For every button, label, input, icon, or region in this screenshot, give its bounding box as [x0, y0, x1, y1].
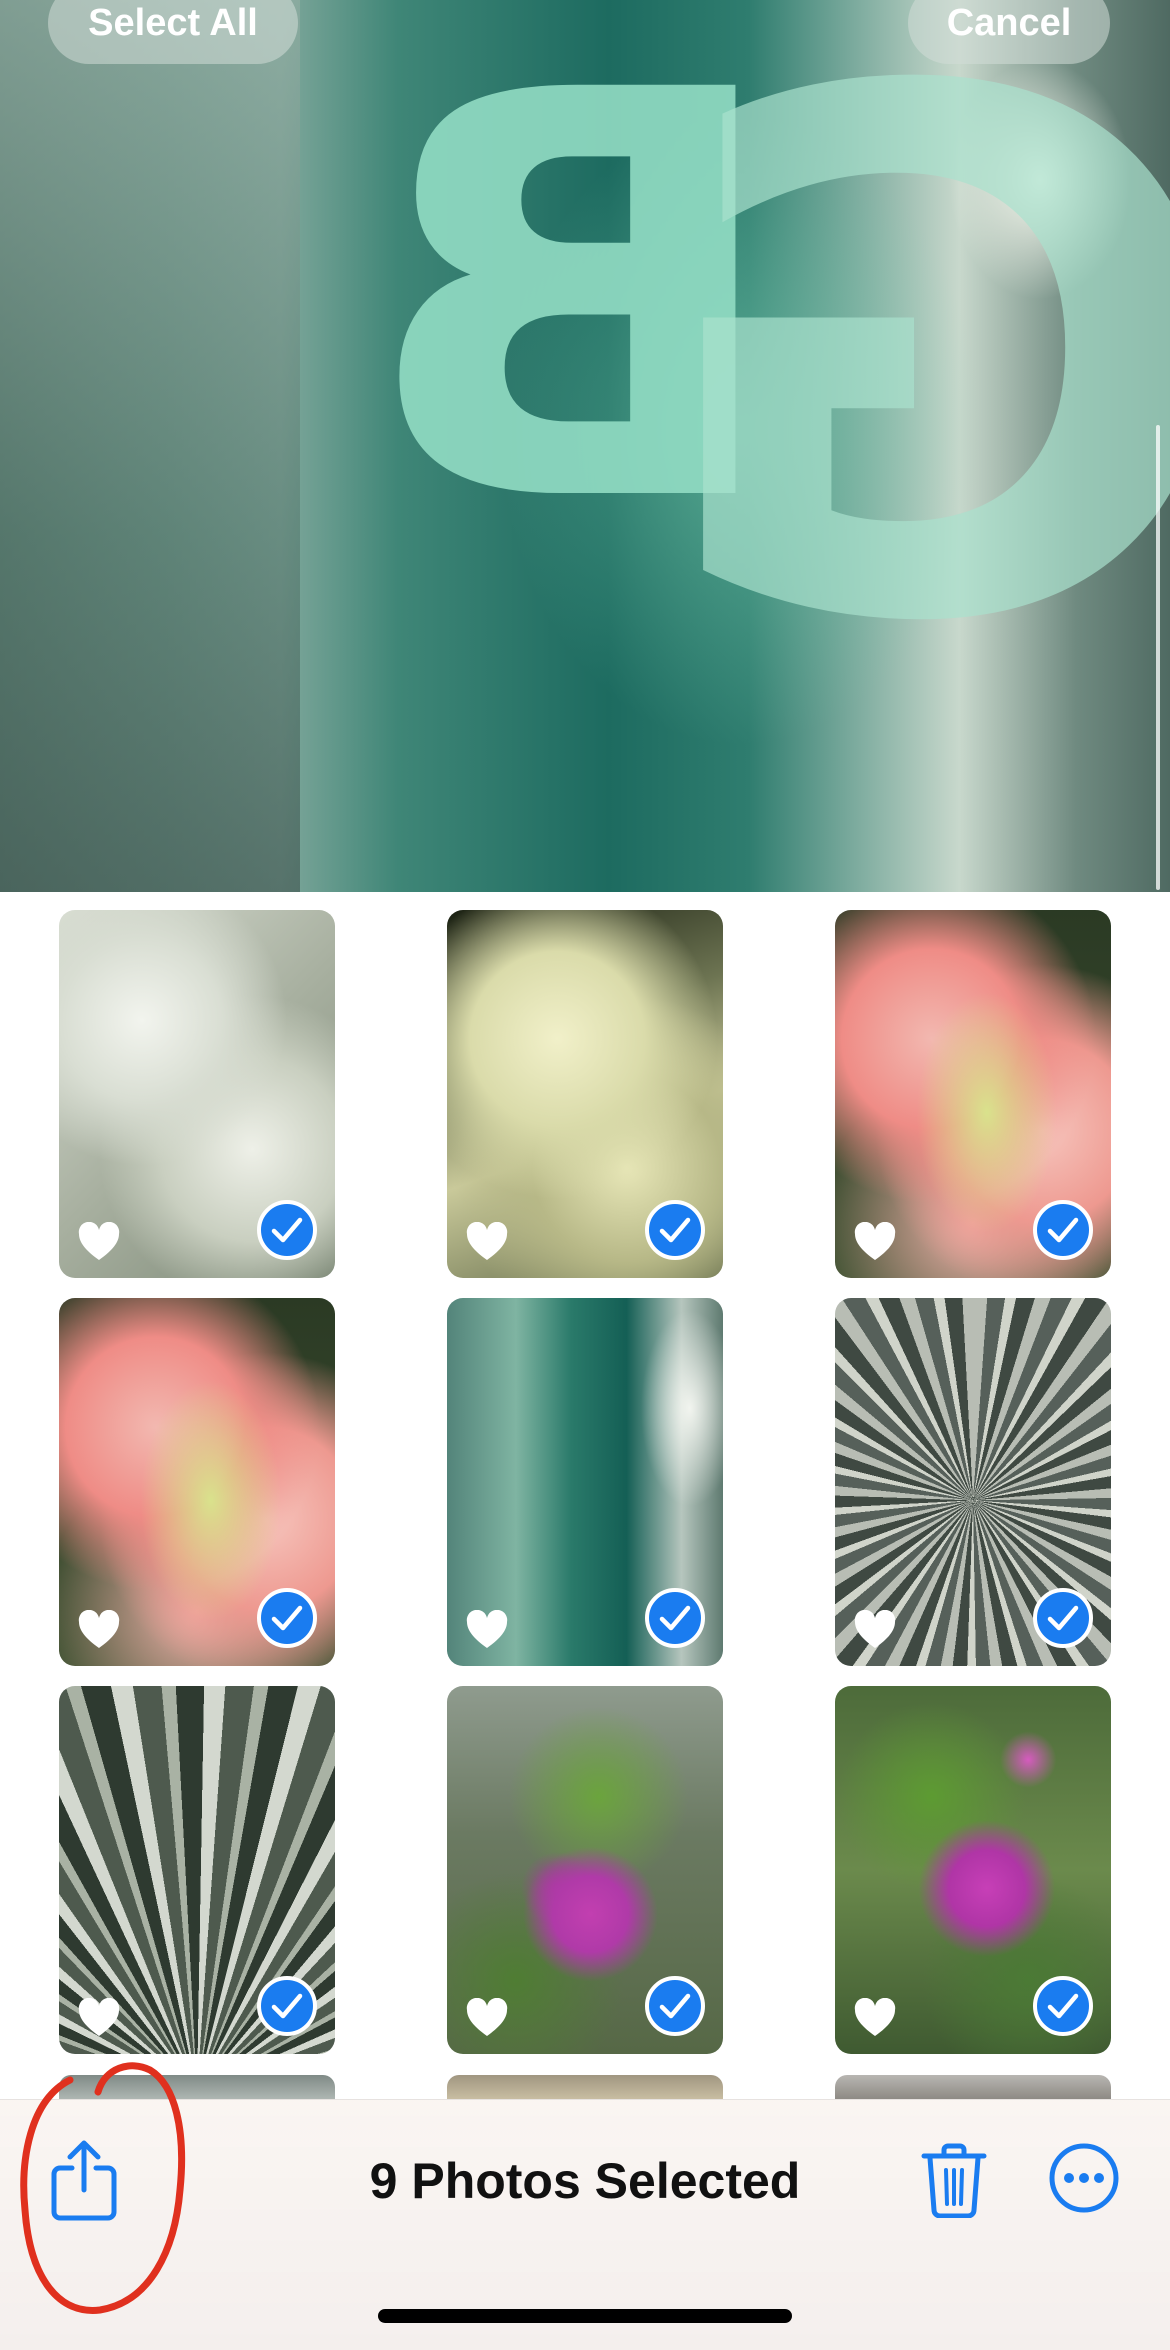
photo-thumbnail-partial[interactable] — [447, 2075, 723, 2099]
selection-count-title: 9 Photos Selected — [369, 2153, 801, 2209]
photo-thumbnail[interactable] — [447, 1686, 723, 2054]
photo-thumbnail[interactable] — [59, 1298, 335, 1666]
photo-glass-letter: G — [650, 0, 1170, 779]
delete-button[interactable] — [920, 2142, 988, 2219]
selected-checkmark-icon — [257, 1976, 317, 2036]
more-button[interactable] — [1048, 2142, 1120, 2214]
selected-checkmark-icon — [645, 1200, 705, 1260]
selected-checkmark-icon — [257, 1588, 317, 1648]
favorite-heart-icon — [77, 1221, 121, 1262]
photo-thumbnail[interactable] — [447, 1298, 723, 1666]
more-icon — [1049, 2143, 1119, 2213]
favorite-heart-icon — [465, 1609, 509, 1650]
selected-checkmark-icon — [645, 1588, 705, 1648]
favorite-heart-icon — [465, 1997, 509, 2038]
favorite-heart-icon — [853, 1997, 897, 2038]
selected-checkmark-icon — [645, 1976, 705, 2036]
favorite-heart-icon — [853, 1609, 897, 1650]
scroll-indicator[interactable] — [1156, 425, 1160, 890]
photo-thumbnail[interactable] — [59, 910, 335, 1278]
photo-blur-left — [0, 0, 300, 892]
select-all-button[interactable]: Select All — [48, 0, 298, 64]
featured-photo[interactable]: B G — [0, 0, 1170, 892]
selected-checkmark-icon — [1033, 1976, 1093, 2036]
photo-thumbnail-partial[interactable] — [59, 2075, 335, 2099]
photo-thumbnail[interactable] — [835, 910, 1111, 1278]
photo-thumbnail[interactable] — [447, 910, 723, 1278]
home-indicator[interactable] — [378, 2309, 792, 2323]
cancel-button[interactable]: Cancel — [908, 0, 1110, 64]
trash-icon — [921, 2143, 987, 2219]
favorite-heart-icon — [465, 1221, 509, 1262]
selected-checkmark-icon — [1033, 1588, 1093, 1648]
photo-thumbnail-partial[interactable] — [835, 2075, 1111, 2099]
selected-checkmark-icon — [257, 1200, 317, 1260]
photo-thumbnail[interactable] — [59, 1686, 335, 2054]
photo-thumbnail[interactable] — [835, 1298, 1111, 1666]
photo-thumbnail[interactable] — [835, 1686, 1111, 2054]
favorite-heart-icon — [77, 1997, 121, 2038]
favorite-heart-icon — [77, 1609, 121, 1650]
selected-checkmark-icon — [1033, 1200, 1093, 1260]
favorite-heart-icon — [853, 1221, 897, 1262]
